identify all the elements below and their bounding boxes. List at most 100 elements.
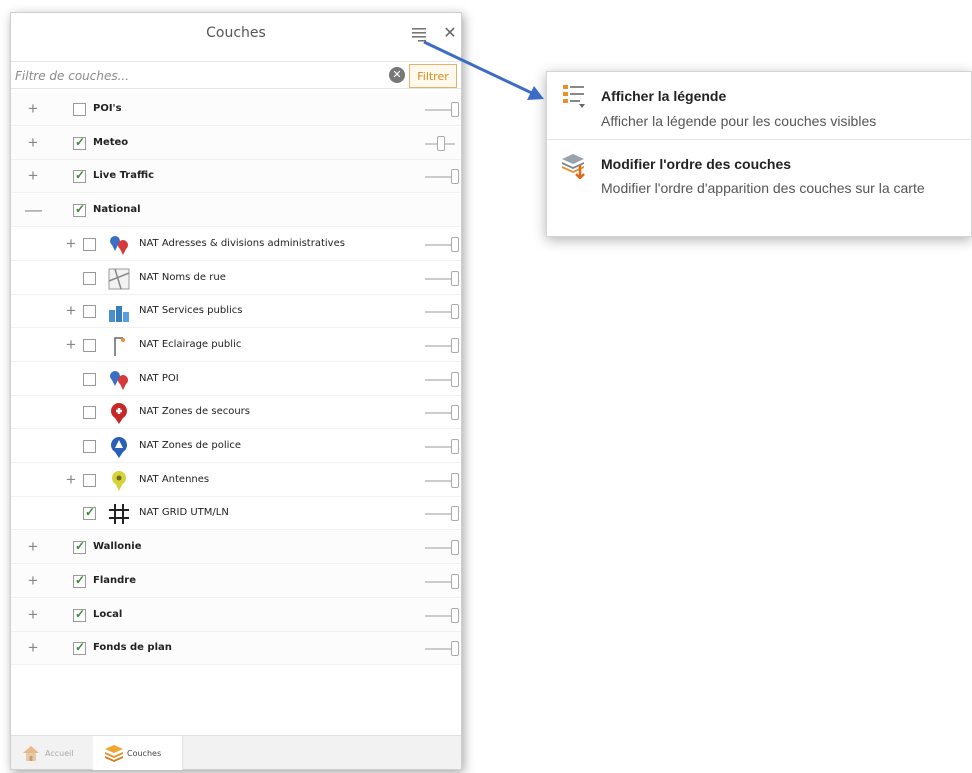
opacity-slider[interactable] [425, 607, 459, 625]
slider-knob[interactable] [451, 405, 459, 421]
grid-icon [109, 504, 129, 525]
slider-knob[interactable] [451, 641, 459, 657]
slider-knob[interactable] [451, 540, 459, 556]
clear-filter-icon[interactable]: ✕ [389, 67, 405, 83]
slider-knob[interactable] [451, 270, 459, 286]
layer-label: Local [93, 608, 123, 620]
opacity-slider[interactable] [425, 505, 459, 523]
expand-icon[interactable]: + [63, 302, 79, 320]
opacity-slider[interactable] [425, 371, 459, 389]
slider-knob[interactable] [451, 439, 459, 454]
opacity-slider[interactable] [425, 135, 459, 153]
expand-icon[interactable]: + [63, 335, 79, 354]
layer-visibility-checkbox[interactable] [83, 440, 96, 453]
slider-knob[interactable] [437, 135, 445, 151]
expand-icon[interactable]: + [25, 605, 41, 624]
layer-visibility-checkbox[interactable] [73, 640, 86, 656]
layer-visibility-checkbox[interactable] [83, 505, 96, 521]
opacity-slider[interactable] [425, 270, 459, 288]
menu-item-show-legend[interactable]: Afficher la légende Afficher la légende … [547, 72, 972, 140]
layer-visibility-checkbox[interactable] [73, 539, 86, 555]
slider-knob[interactable] [451, 169, 459, 185]
tab-home[interactable]: Accueil [11, 736, 93, 770]
layer-visibility-checkbox[interactable] [73, 202, 86, 218]
layer-visibility-checkbox[interactable] [83, 271, 96, 285]
opacity-slider[interactable] [425, 404, 459, 422]
layer-row[interactable]: + Fonds de plan [11, 632, 461, 666]
layer-label: POI's [93, 103, 122, 114]
menu-icon[interactable] [409, 23, 431, 45]
opacity-slider[interactable] [425, 337, 459, 355]
layer-visibility-checkbox[interactable] [83, 338, 96, 352]
layer-row[interactable]: + NAT Services publics [11, 295, 461, 329]
footer-tabs: Accueil Couches [11, 735, 461, 770]
slider-knob[interactable] [451, 304, 459, 320]
expand-icon[interactable]: + [63, 470, 79, 489]
slider-knob[interactable] [451, 371, 459, 387]
layer-row[interactable]: — National [11, 194, 461, 228]
layer-row[interactable]: NAT GRID UTM/LN [11, 497, 461, 531]
opacity-slider[interactable] [425, 539, 459, 557]
layer-row[interactable]: + Live Traffic [11, 160, 461, 194]
expand-icon[interactable]: + [63, 234, 79, 253]
opacity-slider[interactable] [425, 640, 459, 658]
slider-knob[interactable] [451, 102, 459, 117]
layer-row[interactable]: NAT POI [11, 363, 461, 396]
slider-knob[interactable] [451, 236, 459, 252]
layer-visibility-checkbox[interactable] [83, 237, 96, 251]
layer-visibility-checkbox[interactable] [73, 573, 86, 588]
opacity-slider[interactable] [425, 438, 459, 456]
layer-label: NAT Eclairage public [139, 338, 242, 350]
layer-row[interactable]: + Meteo [11, 126, 461, 160]
layer-row[interactable]: + NAT Adresses & divisions administrative… [11, 228, 461, 261]
filter-button[interactable]: Filtrer [409, 64, 457, 88]
slider-knob[interactable] [451, 337, 459, 353]
layer-label: NAT Services publics [139, 305, 243, 317]
opacity-slider[interactable] [425, 101, 459, 119]
expand-icon[interactable]: + [25, 133, 41, 152]
opacity-slider[interactable] [425, 303, 459, 321]
expand-icon[interactable]: + [25, 639, 41, 657]
opacity-slider[interactable] [425, 472, 459, 490]
slider-knob[interactable] [451, 506, 459, 522]
slider-knob[interactable] [451, 607, 459, 623]
rescue-pin-icon [111, 403, 127, 425]
layer-visibility-checkbox[interactable] [83, 406, 96, 420]
slider-knob[interactable] [451, 573, 459, 589]
layer-visibility-checkbox[interactable] [73, 607, 86, 622]
police-pin-icon [111, 437, 127, 458]
menu-item-show-legend-desc: Afficher la légende pour les couches vis… [601, 113, 877, 129]
layer-row[interactable]: + NAT Antennes [11, 464, 461, 497]
layer-row[interactable]: + Local [11, 598, 461, 632]
expand-icon[interactable]: + [25, 167, 41, 185]
layer-visibility-checkbox[interactable] [83, 473, 96, 487]
layer-visibility-checkbox[interactable] [73, 103, 86, 116]
opacity-slider[interactable] [425, 236, 459, 254]
layer-row[interactable]: NAT Noms de rue [11, 262, 461, 295]
menu-item-layer-order[interactable]: Modifier l'ordre des couches Modifier l'… [547, 141, 972, 237]
layer-visibility-checkbox[interactable] [73, 135, 86, 150]
layer-row[interactable]: + Wallonie [11, 531, 461, 565]
filter-input[interactable] [15, 65, 387, 87]
layer-visibility-checkbox[interactable] [83, 372, 96, 386]
layer-label: NAT Antennes [139, 473, 210, 485]
close-icon[interactable]: ✕ [439, 23, 461, 45]
layer-row[interactable]: + POI's [11, 93, 461, 126]
expand-icon[interactable]: + [25, 571, 41, 590]
panel-options-menu: Afficher la légende Afficher la légende … [546, 71, 972, 237]
collapse-icon[interactable]: — [25, 201, 42, 219]
slider-knob[interactable] [451, 472, 459, 488]
opacity-slider[interactable] [425, 168, 459, 186]
layer-row[interactable]: NAT Zones de police [11, 430, 461, 463]
layer-row[interactable]: NAT Zones de secours [11, 396, 461, 430]
layer-row[interactable]: + NAT Eclairage public [11, 329, 461, 362]
legend-list-icon [563, 85, 585, 108]
layer-visibility-checkbox[interactable] [83, 305, 96, 319]
tab-layers-label: Couches [127, 749, 162, 758]
layer-row[interactable]: + Flandre [11, 564, 461, 598]
opacity-slider[interactable] [425, 573, 459, 591]
expand-icon[interactable]: + [25, 538, 41, 556]
expand-icon[interactable]: + [25, 100, 41, 118]
layer-visibility-checkbox[interactable] [73, 168, 86, 184]
tab-layers[interactable]: Couches [93, 736, 183, 770]
